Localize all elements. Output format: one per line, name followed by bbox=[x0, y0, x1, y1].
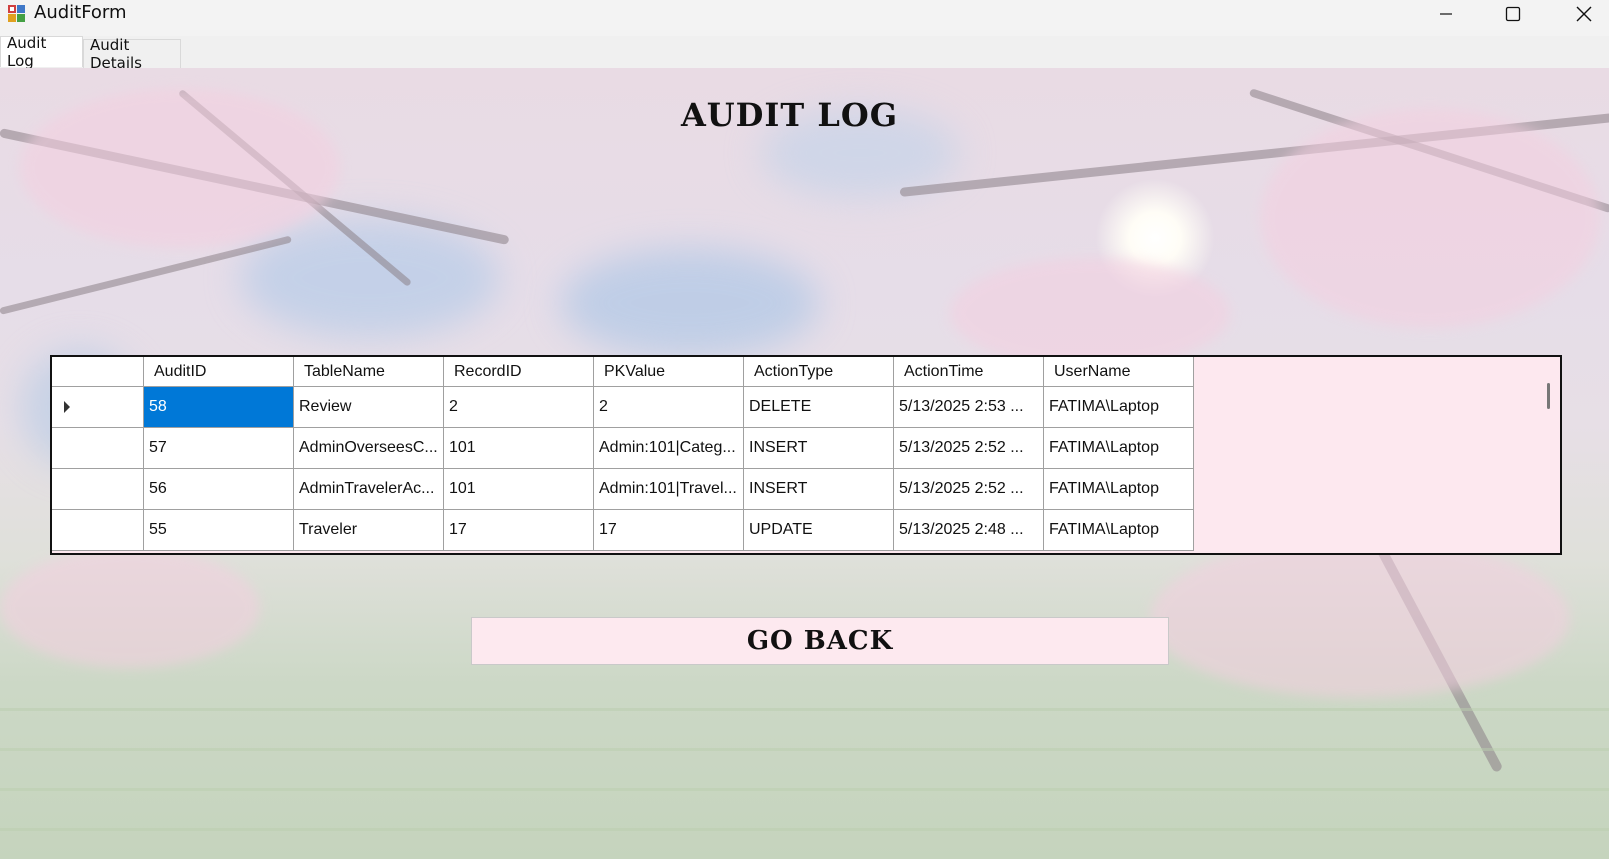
cell-recordid[interactable]: 17 bbox=[444, 510, 594, 551]
blossom-cluster bbox=[950, 258, 1230, 368]
column-header-username[interactable]: UserName bbox=[1044, 357, 1194, 387]
cell-pkvalue[interactable]: 17 bbox=[594, 510, 744, 551]
cell-auditid[interactable]: 55 bbox=[144, 510, 294, 551]
close-button[interactable] bbox=[1552, 0, 1609, 28]
field-stripe bbox=[0, 748, 1609, 751]
app-icon bbox=[8, 5, 25, 22]
table-row[interactable]: 58 Review 2 2 DELETE 5/13/2025 2:53 ... FATIMA… bbox=[52, 387, 1194, 428]
sky-patch bbox=[240, 218, 500, 338]
column-header-tablename[interactable]: TableName bbox=[294, 357, 444, 387]
maximize-button[interactable] bbox=[1481, 0, 1545, 28]
cell-username[interactable]: FATIMA\Laptop bbox=[1044, 387, 1194, 428]
cell-recordid[interactable]: 101 bbox=[444, 428, 594, 469]
go-back-button[interactable]: GO BACK bbox=[471, 617, 1169, 665]
field-stripe bbox=[0, 788, 1609, 791]
cell-auditid[interactable]: 58 bbox=[144, 387, 294, 428]
maximize-icon bbox=[1505, 6, 1521, 22]
column-header-pkvalue[interactable]: PKValue bbox=[594, 357, 744, 387]
cell-tablename[interactable]: Traveler bbox=[294, 510, 444, 551]
column-header-actiontype[interactable]: ActionType bbox=[744, 357, 894, 387]
cell-pkvalue[interactable]: Admin:101|Categ... bbox=[594, 428, 744, 469]
blossom-cluster bbox=[0, 548, 260, 668]
minimize-button[interactable] bbox=[1414, 0, 1478, 28]
cell-pkvalue[interactable]: Admin:101|Travel... bbox=[594, 469, 744, 510]
cell-actiontime[interactable]: 5/13/2025 2:52 ... bbox=[894, 469, 1044, 510]
scrollbar-thumb[interactable] bbox=[1547, 383, 1550, 409]
cell-username[interactable]: FATIMA\Laptop bbox=[1044, 469, 1194, 510]
cell-tablename[interactable]: AdminTravelerAc... bbox=[294, 469, 444, 510]
cell-pkvalue[interactable]: 2 bbox=[594, 387, 744, 428]
audit-log-grid[interactable]: AuditID TableName RecordID PKValue ActionTyp… bbox=[50, 355, 1562, 555]
table-row[interactable]: 57 AdminOverseesC... 101 Admin:101|Categ...… bbox=[52, 428, 1194, 469]
page-title: AUDIT LOG bbox=[680, 96, 899, 134]
audit-log-panel: AUDIT LOG AuditID TableName RecordID PKValu… bbox=[0, 68, 1609, 859]
cell-username[interactable]: FATIMA\Laptop bbox=[1044, 428, 1194, 469]
field-stripe bbox=[0, 708, 1609, 711]
cell-username[interactable]: FATIMA\Laptop bbox=[1044, 510, 1194, 551]
tab-audit-details[interactable]: Audit Details bbox=[83, 36, 181, 72]
sky-patch bbox=[560, 248, 820, 358]
column-header-recordid[interactable]: RecordID bbox=[444, 357, 594, 387]
cell-actiontype[interactable]: UPDATE bbox=[744, 510, 894, 551]
cell-actiontime[interactable]: 5/13/2025 2:48 ... bbox=[894, 510, 1044, 551]
cell-auditid[interactable]: 57 bbox=[144, 428, 294, 469]
row-header[interactable] bbox=[52, 510, 144, 551]
cell-auditid[interactable]: 56 bbox=[144, 469, 294, 510]
cell-recordid[interactable]: 101 bbox=[444, 469, 594, 510]
window-title: AuditForm bbox=[34, 2, 127, 23]
grid-corner-header[interactable] bbox=[52, 357, 144, 387]
field-stripe bbox=[0, 828, 1609, 831]
vertical-scrollbar[interactable] bbox=[1536, 357, 1560, 553]
row-header[interactable] bbox=[52, 387, 144, 428]
title-bar: AuditForm bbox=[0, 0, 1609, 36]
cell-actiontype[interactable]: DELETE bbox=[744, 387, 894, 428]
cell-tablename[interactable]: Review bbox=[294, 387, 444, 428]
cell-actiontype[interactable]: INSERT bbox=[744, 469, 894, 510]
grid-header-row: AuditID TableName RecordID PKValue ActionTyp… bbox=[52, 357, 1194, 387]
blossom-cluster bbox=[1260, 108, 1600, 328]
cell-actiontime[interactable]: 5/13/2025 2:52 ... bbox=[894, 428, 1044, 469]
minimize-icon bbox=[1440, 13, 1452, 15]
tab-audit-log[interactable]: Audit Log bbox=[0, 34, 83, 70]
blossom-cluster bbox=[1150, 538, 1570, 698]
row-header[interactable] bbox=[52, 469, 144, 510]
table-row[interactable]: 56 AdminTravelerAc... 101 Admin:101|Travel.… bbox=[52, 469, 1194, 510]
tab-strip: Audit Log Audit Details bbox=[0, 34, 1609, 72]
cell-tablename[interactable]: AdminOverseesC... bbox=[294, 428, 444, 469]
cell-recordid[interactable]: 2 bbox=[444, 387, 594, 428]
close-icon bbox=[1576, 6, 1592, 22]
cell-actiontype[interactable]: INSERT bbox=[744, 428, 894, 469]
cell-actiontime[interactable]: 5/13/2025 2:53 ... bbox=[894, 387, 1044, 428]
column-header-auditid[interactable]: AuditID bbox=[144, 357, 294, 387]
table-row[interactable]: 55 Traveler 17 17 UPDATE 5/13/2025 2:48 ... FA… bbox=[52, 510, 1194, 551]
row-header[interactable] bbox=[52, 428, 144, 469]
row-pointer-icon bbox=[64, 401, 70, 413]
column-header-actiontime[interactable]: ActionTime bbox=[894, 357, 1044, 387]
